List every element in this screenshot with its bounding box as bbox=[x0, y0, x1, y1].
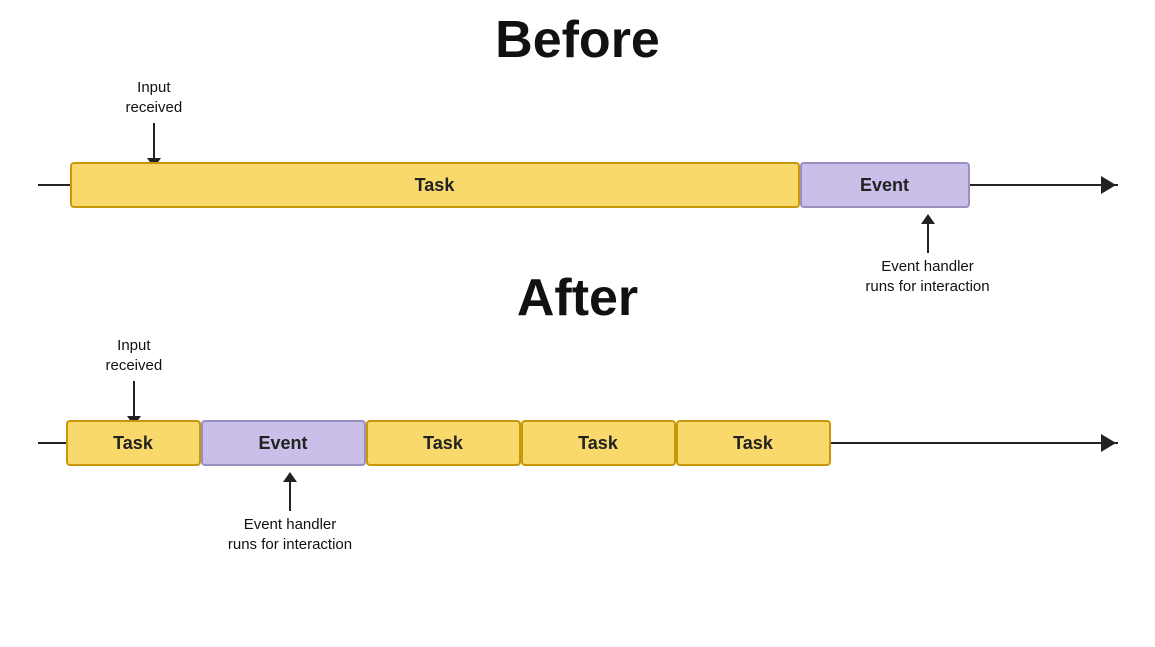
before-input-arrow-line bbox=[153, 123, 155, 159]
diagram-container: Before Inputreceived Task bbox=[0, 0, 1155, 647]
after-task2-box: Task bbox=[366, 420, 521, 466]
after-title: After bbox=[0, 268, 1155, 328]
after-input-annotation: Inputreceived bbox=[106, 336, 163, 417]
before-input-annotation: Inputreceived bbox=[126, 78, 183, 159]
before-event-box: Event bbox=[800, 162, 970, 208]
after-section: After Inputreceived Task bbox=[0, 268, 1155, 536]
after-event-box: Event bbox=[201, 420, 366, 466]
after-event-annotation: Event handlerruns for interaction bbox=[213, 481, 368, 556]
after-input-arrow-line bbox=[133, 381, 135, 417]
after-arrow-right bbox=[1101, 434, 1116, 452]
after-task3-box: Task bbox=[521, 420, 676, 466]
before-title: Before bbox=[0, 10, 1155, 70]
after-input-text: Inputreceived bbox=[106, 336, 163, 377]
after-event-annotation-text: Event handlerruns for interaction bbox=[213, 515, 368, 556]
before-arrow-right bbox=[1101, 176, 1116, 194]
after-task1-box: Task bbox=[66, 420, 201, 466]
before-input-text: Inputreceived bbox=[126, 78, 183, 119]
before-section: Before Inputreceived Task bbox=[0, 10, 1155, 248]
after-task4-box: Task bbox=[676, 420, 831, 466]
before-task-box: Task bbox=[70, 162, 800, 208]
after-event-arrow-line bbox=[289, 481, 291, 511]
before-event-arrow-line bbox=[927, 223, 929, 253]
